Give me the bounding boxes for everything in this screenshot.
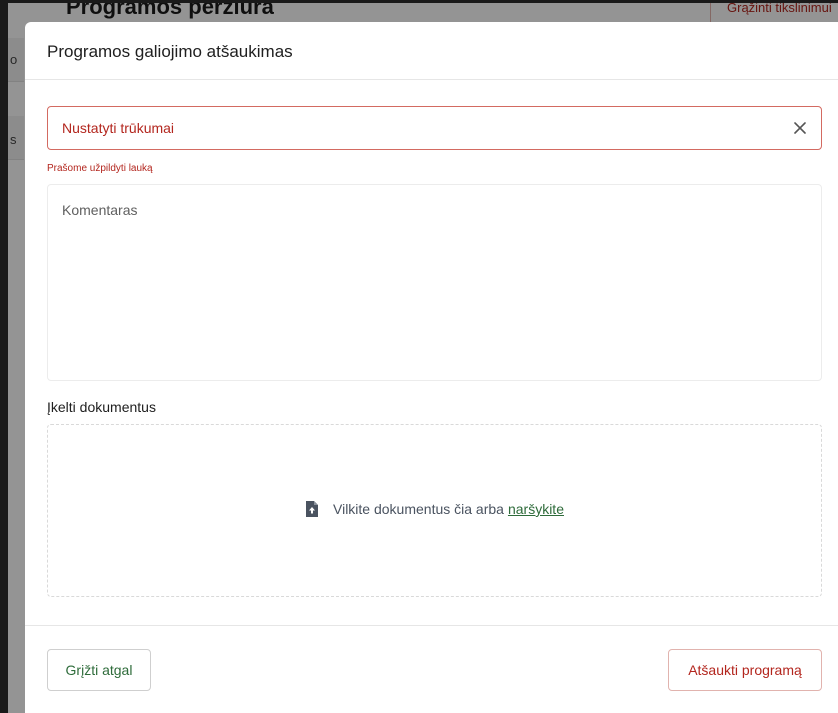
- dialog-footer: Grįžti atgal Atšaukti programą: [25, 625, 838, 713]
- window-frame-top: [0, 0, 838, 3]
- dialog-title: Programos galiojimo atšaukimas: [47, 42, 293, 61]
- dropzone-content: Vilkite dokumentus čia arba naršykite: [48, 500, 821, 518]
- close-icon[interactable]: [791, 119, 809, 137]
- file-upload-icon: [305, 500, 319, 517]
- field-error-message: Prašome užpildyti lauką: [47, 163, 153, 174]
- window-frame-left: [0, 0, 8, 713]
- dialog-header: Programos galiojimo atšaukimas: [25, 22, 838, 80]
- deficiencies-select[interactable]: Nustatyti trūkumai: [47, 106, 822, 150]
- revoke-program-dialog: Programos galiojimo atšaukimas Nustatyti…: [25, 22, 838, 713]
- upload-documents-label: Įkelti dokumentus: [47, 399, 156, 415]
- comment-textarea[interactable]: Komentaras: [47, 184, 822, 381]
- revoke-program-button[interactable]: Atšaukti programą: [668, 649, 822, 691]
- comment-placeholder: Komentaras: [62, 202, 138, 218]
- go-back-button[interactable]: Grįžti atgal: [47, 649, 151, 691]
- deficiencies-select-value: Nustatyti trūkumai: [62, 120, 175, 136]
- browse-files-link[interactable]: naršykite: [508, 501, 564, 517]
- dropzone-text: Vilkite dokumentus čia arba: [333, 500, 504, 517]
- document-dropzone[interactable]: Vilkite dokumentus čia arba naršykite: [47, 424, 822, 597]
